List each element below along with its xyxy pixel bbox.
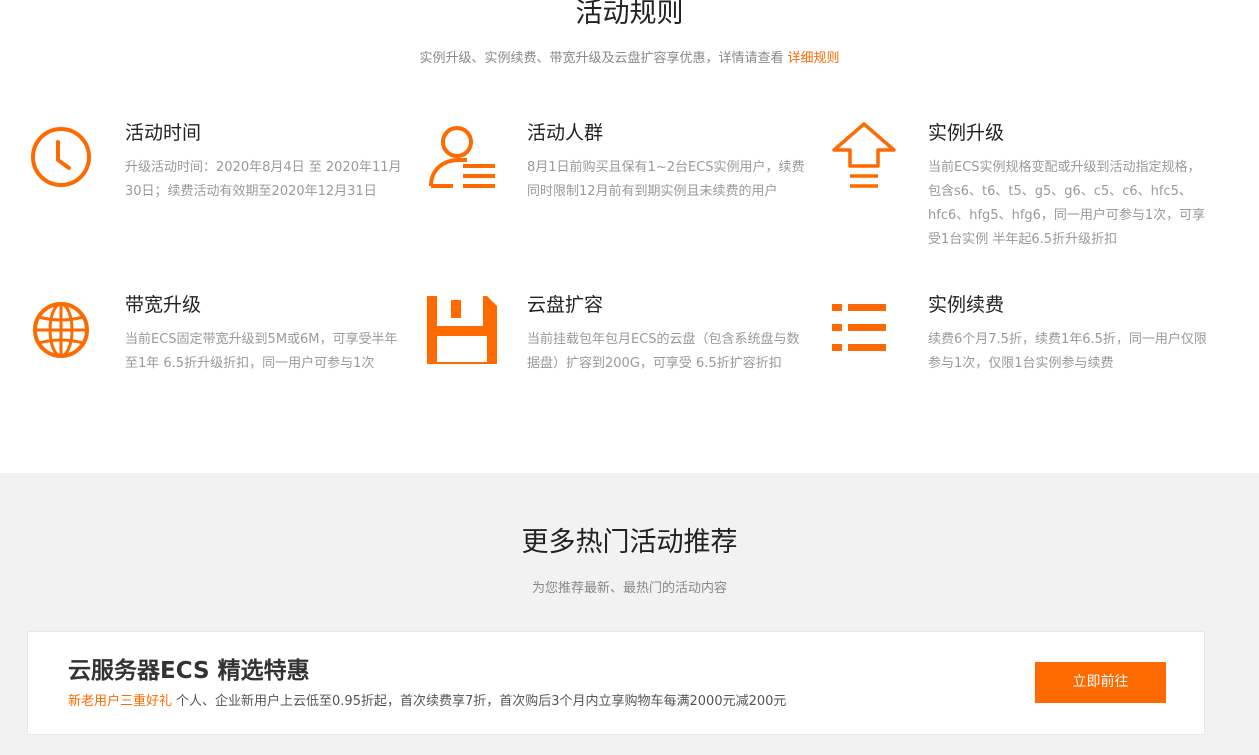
feature-desc: 当前挂载包年包月ECS的云盘（包含系统盘与数据盘）扩容到200G，可享受 6.5… <box>527 332 800 371</box>
feature-title: 带宽升级 <box>125 294 202 316</box>
feature-desc: 当前ECS实例规格变配或升级到活动指定规格，包含s6、t6、t5、g5、g6、c… <box>928 160 1206 247</box>
detailed-rules-link[interactable]: 详细规则 <box>788 51 840 66</box>
feature-title: 实例升级 <box>928 122 1005 144</box>
more-subtitle: 为您推荐最新、最热门的活动内容 <box>531 581 727 596</box>
more-title: 更多热门活动推荐 <box>521 527 738 558</box>
feature-desc: 续费6个月7.5折，续费1年6.5折，同一用户仅限参与1次，仅限1台实例参与续费 <box>928 332 1207 371</box>
promo-description: 新老用户三重好礼 个人、企业新用户上云低至0.95折起，首次续费享7折，首次购后3… <box>68 693 786 711</box>
rules-subtitle-text: 实例升级、实例续费、带宽升级及云盘扩容享优惠，详情请查看 <box>419 51 784 66</box>
user-group-icon <box>427 120 499 192</box>
rules-subtitle: 实例升级、实例续费、带宽升级及云盘扩容享优惠，详情请查看 详细规则 <box>0 50 1259 68</box>
clock-icon <box>29 120 101 192</box>
rules-title: 活动规则 <box>575 0 684 29</box>
globe-icon <box>29 292 101 364</box>
more-activities-section: 更多热门活动推荐 为您推荐最新、最热门的活动内容 云服务器ECS 精选特惠 新老… <box>0 473 1259 755</box>
go-now-button[interactable]: 立即前往 <box>1035 662 1166 703</box>
promo-desc-text: 个人、企业新用户上云低至0.95折起，首次续费享7折，首次购后3个月内立享购物车… <box>176 694 787 709</box>
feature-desc: 升级活动时间：2020年8月4日 至 2020年11月30日；续费活动有效期至2… <box>125 160 402 199</box>
promo-card-ecs: 云服务器ECS 精选特惠 新老用户三重好礼 个人、企业新用户上云低至0.95折起，… <box>27 631 1205 735</box>
promo-tag: 新老用户三重好礼 <box>68 694 173 709</box>
feature-title: 实例续费 <box>928 294 1005 316</box>
feature-title: 活动人群 <box>527 122 604 144</box>
activity-rules-section: 活动规则 实例升级、实例续费、带宽升级及云盘扩容享优惠，详情请查看 详细规则 活动… <box>0 0 1259 473</box>
feature-title: 云盘扩容 <box>527 294 604 316</box>
promo-title: 云服务器ECS 精选特惠 <box>68 658 310 684</box>
list-icon <box>832 292 904 364</box>
feature-title: 活动时间 <box>125 122 202 144</box>
upgrade-arrow-icon <box>832 120 904 192</box>
feature-desc: 当前ECS固定带宽升级到5M或6M，可享受半年至1年 6.5折升级折扣，同一用户… <box>125 332 398 371</box>
feature-desc: 8月1日前购买且保有1~2台ECS实例用户，续费同时限制12月前有到期实例且未续… <box>527 160 805 199</box>
disk-save-icon <box>427 292 499 366</box>
